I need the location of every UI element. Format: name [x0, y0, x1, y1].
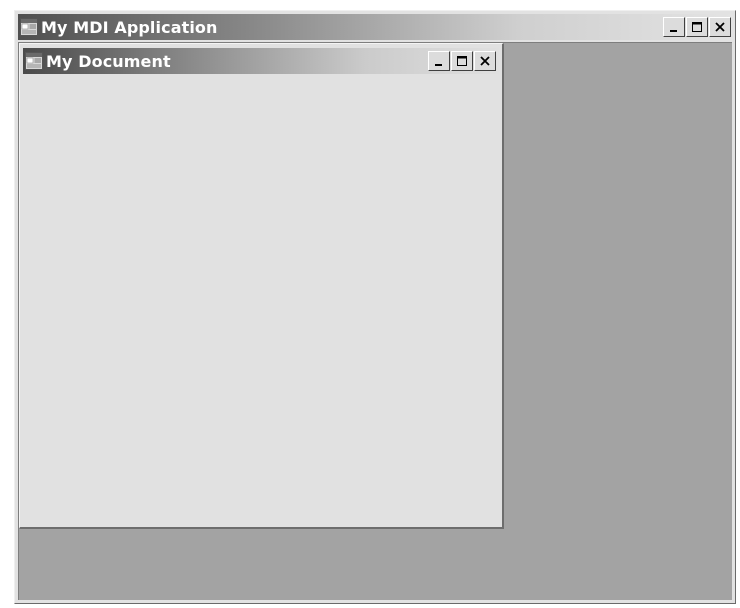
child-window-title: My Document — [46, 51, 171, 71]
mdi-client-area[interactable]: My Document — [18, 42, 732, 600]
mdi-child-window: My Document — [19, 43, 504, 529]
minimize-icon — [670, 30, 677, 32]
maximize-icon — [457, 56, 467, 66]
mdi-parent-window: My MDI Application My Document — [14, 10, 736, 604]
close-icon — [480, 56, 490, 66]
child-minimize-button[interactable] — [428, 51, 450, 71]
child-maximize-button[interactable] — [451, 51, 473, 71]
minimize-icon — [435, 64, 442, 66]
parent-close-button[interactable] — [709, 17, 731, 37]
app-window-icon — [20, 18, 38, 36]
child-close-button[interactable] — [474, 51, 496, 71]
parent-title-bar[interactable]: My MDI Application — [18, 14, 732, 40]
close-icon — [715, 22, 725, 32]
document-window-icon — [25, 52, 43, 70]
parent-minimize-button[interactable] — [663, 17, 685, 37]
maximize-icon — [692, 22, 702, 32]
parent-maximize-button[interactable] — [686, 17, 708, 37]
child-title-bar[interactable]: My Document — [23, 48, 499, 74]
child-window-controls — [427, 51, 496, 71]
parent-window-controls — [662, 17, 731, 37]
parent-window-title: My MDI Application — [41, 17, 218, 37]
document-client-area[interactable] — [23, 76, 499, 524]
